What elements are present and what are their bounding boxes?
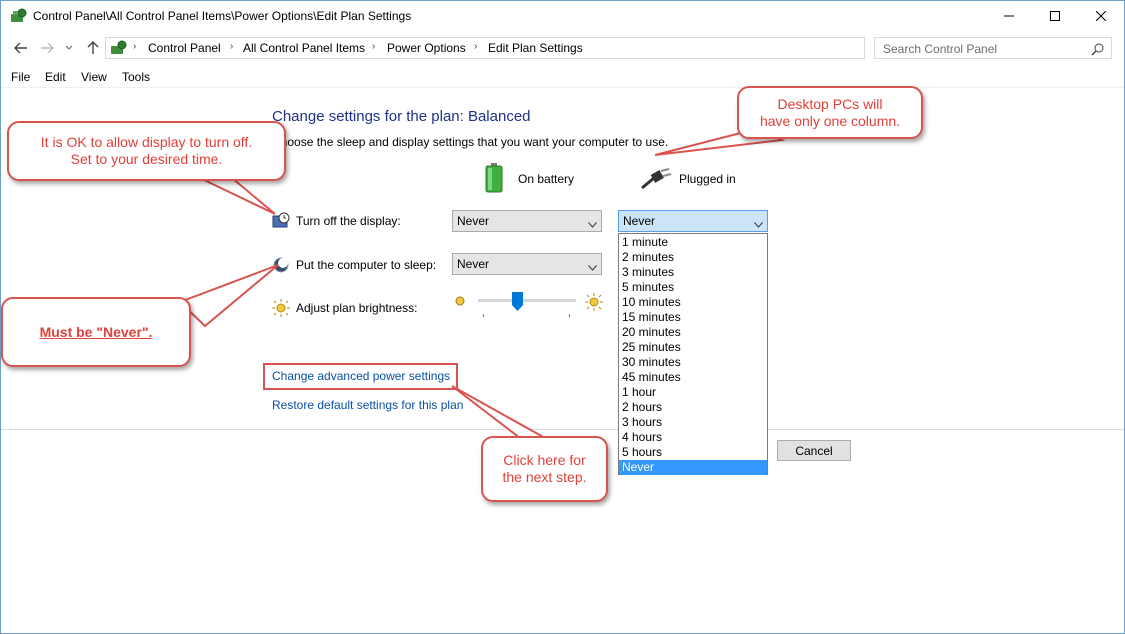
callout-line: have only one column. <box>759 112 901 129</box>
recent-dropdown-button[interactable] <box>63 38 75 58</box>
dropdown-option[interactable]: 30 minutes <box>619 355 767 370</box>
menu-edit[interactable]: Edit <box>45 70 66 84</box>
brightness-label: Adjust plan brightness: <box>296 301 418 315</box>
callout-line: the next step. <box>502 469 587 485</box>
breadcrumb-all-items[interactable]: All Control Panel Items <box>243 41 365 55</box>
breadcrumb-separator-icon: › <box>133 41 137 52</box>
brightness-slider-thumb[interactable] <box>512 292 523 311</box>
sleep-moon-icon <box>272 256 290 274</box>
slider-tick <box>483 314 484 317</box>
window-title: Control Panel\All Control Panel Items\Po… <box>33 9 412 23</box>
column-plugged-in: Plugged in <box>679 172 736 186</box>
display-timer-icon <box>272 212 290 230</box>
menu-view[interactable]: View <box>81 70 107 84</box>
callout-line: It is OK to allow display to turn off. <box>40 134 253 150</box>
menu-file[interactable]: File <box>11 70 30 84</box>
dropdown-option[interactable]: 3 minutes <box>619 265 767 280</box>
sleep-battery-select[interactable]: Never <box>452 253 602 275</box>
callout-line: Desktop PCs will <box>777 95 883 112</box>
address-bar[interactable]: › Control Panel › All Control Panel Item… <box>105 37 966 59</box>
dropdown-option-selected[interactable]: Never <box>619 460 767 475</box>
maximize-button[interactable] <box>1032 1 1078 31</box>
search-placeholder: Search Control Panel <box>883 42 998 56</box>
dropdown-option[interactable]: 45 minutes <box>619 370 767 385</box>
dropdown-option[interactable]: 5 minutes <box>619 280 767 295</box>
breadcrumb-separator-icon: › <box>230 41 234 52</box>
menu-bar: File Edit View Tools <box>1 66 1124 88</box>
callout-display-note: It is OK to allow display to turn off. S… <box>7 121 286 181</box>
dropdown-option[interactable]: 2 minutes <box>619 250 767 265</box>
display-battery-select[interactable]: Never <box>452 210 602 232</box>
divider <box>1 429 1124 430</box>
control-panel-icon <box>10 8 28 24</box>
control-panel-icon <box>110 40 128 56</box>
callout-click-note: Click here for the next step. <box>481 436 608 502</box>
column-on-battery: On battery <box>518 172 575 186</box>
dropdown-option[interactable]: 4 hours <box>619 430 767 445</box>
chevron-down-icon <box>754 217 763 228</box>
chevron-down-icon <box>588 260 597 271</box>
display-battery-value: Never <box>457 214 490 228</box>
restore-defaults-link[interactable]: Restore default settings for this plan <box>272 398 463 412</box>
breadcrumb-separator-icon: › <box>372 41 376 52</box>
callout-line: Must be "Never". <box>39 323 153 340</box>
brightness-slider-track[interactable] <box>478 299 576 302</box>
search-icon[interactable] <box>1091 42 1105 56</box>
brightness-dim-icon <box>453 294 467 311</box>
chevron-down-icon <box>588 217 597 228</box>
callout-desktop-note: Desktop PCs will have only one column. <box>737 86 923 139</box>
breadcrumb-control-panel[interactable]: Control Panel <box>148 41 221 55</box>
forward-button[interactable] <box>37 38 57 58</box>
display-plugged-select[interactable]: Never <box>618 210 768 232</box>
breadcrumb-edit-plan[interactable]: Edit Plan Settings <box>488 41 583 55</box>
brightness-icon <box>272 299 290 317</box>
back-button[interactable] <box>11 38 31 58</box>
close-button[interactable] <box>1078 1 1124 31</box>
page-description: Choose the sleep and display settings th… <box>272 135 669 149</box>
dropdown-option[interactable]: 2 hours <box>619 400 767 415</box>
advanced-settings-link[interactable]: Change advanced power settings <box>272 369 450 383</box>
cancel-button[interactable]: Cancel <box>777 440 851 461</box>
dropdown-option[interactable]: 10 minutes <box>619 295 767 310</box>
up-button[interactable] <box>83 38 103 58</box>
slider-tick <box>569 314 570 317</box>
title-bar: Control Panel\All Control Panel Items\Po… <box>1 1 1124 31</box>
dropdown-option[interactable]: 5 hours <box>619 445 767 460</box>
dropdown-option[interactable]: 1 hour <box>619 385 767 400</box>
display-plugged-value: Never <box>623 214 656 228</box>
callout-sleep-note: Must be "Never". <box>1 297 191 367</box>
address-row: › Control Panel › All Control Panel Item… <box>1 34 1124 62</box>
breadcrumb-power-options[interactable]: Power Options <box>387 41 466 55</box>
battery-icon <box>484 163 504 196</box>
dropdown-option[interactable]: 25 minutes <box>619 340 767 355</box>
menu-tools[interactable]: Tools <box>122 70 150 84</box>
minimize-button[interactable] <box>986 1 1032 31</box>
page-title: Change settings for the plan: Balanced <box>272 108 531 125</box>
sleep-label: Put the computer to sleep: <box>296 258 437 272</box>
callout-line: Click here for <box>503 452 586 468</box>
brightness-bright-icon <box>585 293 603 314</box>
timeout-dropdown-list[interactable]: 1 minute 2 minutes 3 minutes 5 minutes 1… <box>618 233 768 475</box>
breadcrumb-separator-icon: › <box>474 41 478 52</box>
callout-line: Set to your desired time. <box>70 151 223 167</box>
dropdown-option[interactable]: 15 minutes <box>619 310 767 325</box>
dropdown-option[interactable]: 20 minutes <box>619 325 767 340</box>
display-label: Turn off the display: <box>296 214 401 228</box>
dropdown-option[interactable]: 3 hours <box>619 415 767 430</box>
plug-icon <box>640 168 672 193</box>
search-input[interactable]: Search Control Panel <box>874 37 1112 59</box>
sleep-battery-value: Never <box>457 257 490 271</box>
dropdown-option[interactable]: 1 minute <box>619 235 767 250</box>
